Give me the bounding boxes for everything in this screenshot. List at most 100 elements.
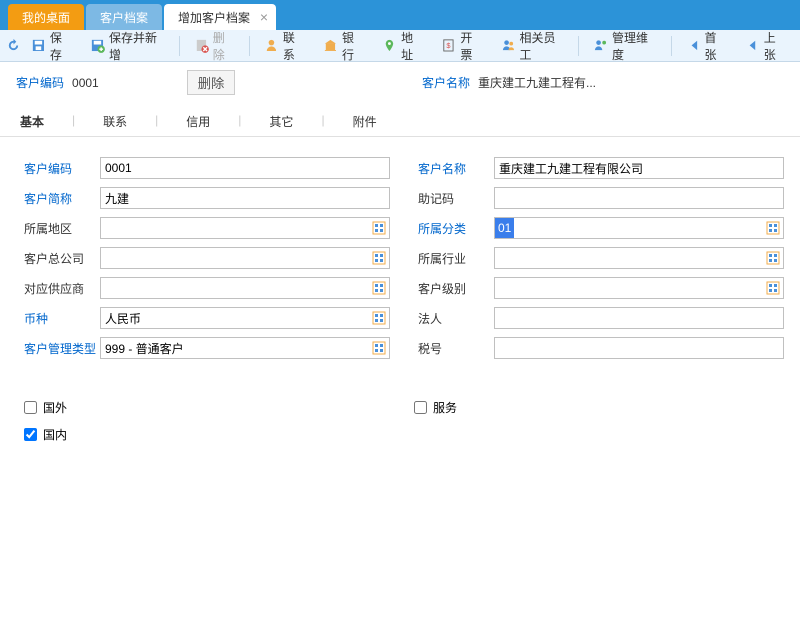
checkbox-foreign: 国外: [24, 399, 394, 416]
close-icon[interactable]: ×: [260, 9, 268, 25]
currency-input[interactable]: [100, 307, 390, 329]
address-icon: [382, 38, 397, 54]
domestic-checkbox[interactable]: [24, 428, 37, 441]
field-customer-short: 客户简称: [16, 187, 390, 209]
toolbar-label: 相关员工: [520, 29, 565, 63]
industry-input[interactable]: [494, 247, 784, 269]
field-label: 税号: [410, 340, 494, 357]
sub-tab-bar: 基本 | 联系 | 信用 | 其它 | 附件: [0, 103, 800, 137]
field-hq: 客户总公司: [16, 247, 390, 269]
field-industry: 所属行业: [410, 247, 784, 269]
lookup-button[interactable]: [369, 218, 389, 238]
dimension-icon: [593, 38, 608, 54]
tab-divider: |: [72, 107, 75, 136]
prev-page-button[interactable]: 上张: [737, 26, 794, 66]
refresh-icon[interactable]: [6, 38, 21, 54]
invoice-button[interactable]: $ 开票: [433, 26, 490, 66]
sub-tab-credit[interactable]: 信用: [182, 107, 214, 136]
save-and-new-button[interactable]: 保存并新增: [82, 26, 173, 66]
field-label: 客户级别: [410, 280, 494, 297]
checkbox-label: 国内: [43, 426, 67, 443]
supplier-input[interactable]: [100, 277, 390, 299]
foreign-checkbox[interactable]: [24, 401, 37, 414]
lookup-button[interactable]: [369, 278, 389, 298]
tab-customer-archive[interactable]: 客户档案: [86, 4, 162, 30]
customer-name-input[interactable]: [494, 157, 784, 179]
form-area: 客户编码 客户名称 客户简称 助记码 所属地区 所属分类: [0, 137, 800, 473]
sub-tab-attach[interactable]: 附件: [349, 107, 381, 136]
lookup-button[interactable]: [763, 278, 783, 298]
category-input[interactable]: [494, 217, 784, 239]
field-mgmt-type: 客户管理类型: [16, 337, 390, 359]
field-legal: 法人: [410, 307, 784, 329]
tab-add-customer-archive[interactable]: 增加客户档案 ×: [164, 4, 276, 30]
customer-code-value: 0001: [72, 76, 99, 90]
field-mnemonic: 助记码: [410, 187, 784, 209]
lookup-button[interactable]: [369, 338, 389, 358]
tab-divider: |: [238, 107, 241, 136]
delete-button: 删除: [186, 26, 243, 66]
field-label: 客户管理类型: [16, 340, 100, 357]
toolbar-label: 保存: [50, 29, 72, 63]
save-new-icon: [90, 38, 105, 54]
delete-icon: [194, 38, 209, 54]
toolbar-label: 开票: [460, 29, 482, 63]
header-info: 客户编码 0001 删除 客户名称 重庆建工九建工程有...: [0, 62, 800, 103]
bank-icon: [323, 38, 338, 54]
checkbox-label: 服务: [433, 399, 457, 416]
header-delete-button[interactable]: 删除: [187, 70, 236, 95]
field-customer-code: 客户编码: [16, 157, 390, 179]
sub-tab-basic[interactable]: 基本: [16, 107, 48, 136]
lookup-button[interactable]: [763, 248, 783, 268]
toolbar-label: 上张: [764, 29, 786, 63]
field-level: 客户级别: [410, 277, 784, 299]
level-input[interactable]: [494, 277, 784, 299]
mgmt-type-input[interactable]: [100, 337, 390, 359]
customer-name-label: 客户名称: [422, 74, 470, 91]
region-input[interactable]: [100, 217, 390, 239]
field-label: 客户名称: [410, 160, 494, 177]
svg-text:$: $: [447, 41, 451, 50]
tab-divider: |: [155, 107, 158, 136]
toolbar-label: 首张: [705, 29, 727, 63]
toolbar-separator: [671, 36, 672, 56]
bank-button[interactable]: 银行: [315, 26, 372, 66]
first-page-button[interactable]: 首张: [678, 26, 735, 66]
mnemonic-input[interactable]: [494, 187, 784, 209]
contact-button[interactable]: 联系: [256, 26, 313, 66]
field-label: 所属分类: [410, 220, 494, 237]
legal-input[interactable]: [494, 307, 784, 329]
tab-desktop[interactable]: 我的桌面: [8, 4, 84, 30]
dimension-button[interactable]: 管理维度: [585, 26, 665, 66]
checkbox-area: 国外 国内 服务: [16, 399, 784, 453]
save-button[interactable]: 保存: [23, 26, 80, 66]
lookup-button[interactable]: [763, 218, 783, 238]
tax-input[interactable]: [494, 337, 784, 359]
toolbar-separator: [578, 36, 579, 56]
first-icon: [686, 38, 701, 54]
sub-tab-contact[interactable]: 联系: [99, 107, 131, 136]
staff-button[interactable]: 相关员工: [493, 26, 573, 66]
lookup-button[interactable]: [369, 308, 389, 328]
field-currency: 币种: [16, 307, 390, 329]
field-region: 所属地区: [16, 217, 390, 239]
sub-tab-other[interactable]: 其它: [265, 107, 297, 136]
tab-divider: |: [321, 107, 324, 136]
customer-name-value: 重庆建工九建工程有...: [478, 74, 596, 91]
customer-short-input[interactable]: [100, 187, 390, 209]
field-label: 客户简称: [16, 190, 100, 207]
address-button[interactable]: 地址: [374, 26, 431, 66]
hq-input[interactable]: [100, 247, 390, 269]
customer-code-input[interactable]: [100, 157, 390, 179]
service-checkbox[interactable]: [414, 401, 427, 414]
toolbar-separator: [249, 36, 250, 56]
field-label: 所属地区: [16, 220, 100, 237]
field-label: 助记码: [410, 190, 494, 207]
customer-code-label: 客户编码: [16, 74, 64, 91]
toolbar-label: 地址: [401, 29, 423, 63]
field-label: 客户总公司: [16, 250, 100, 267]
lookup-button[interactable]: [369, 248, 389, 268]
toolbar-label: 联系: [283, 29, 305, 63]
invoice-icon: $: [441, 38, 456, 54]
save-icon: [31, 38, 46, 54]
